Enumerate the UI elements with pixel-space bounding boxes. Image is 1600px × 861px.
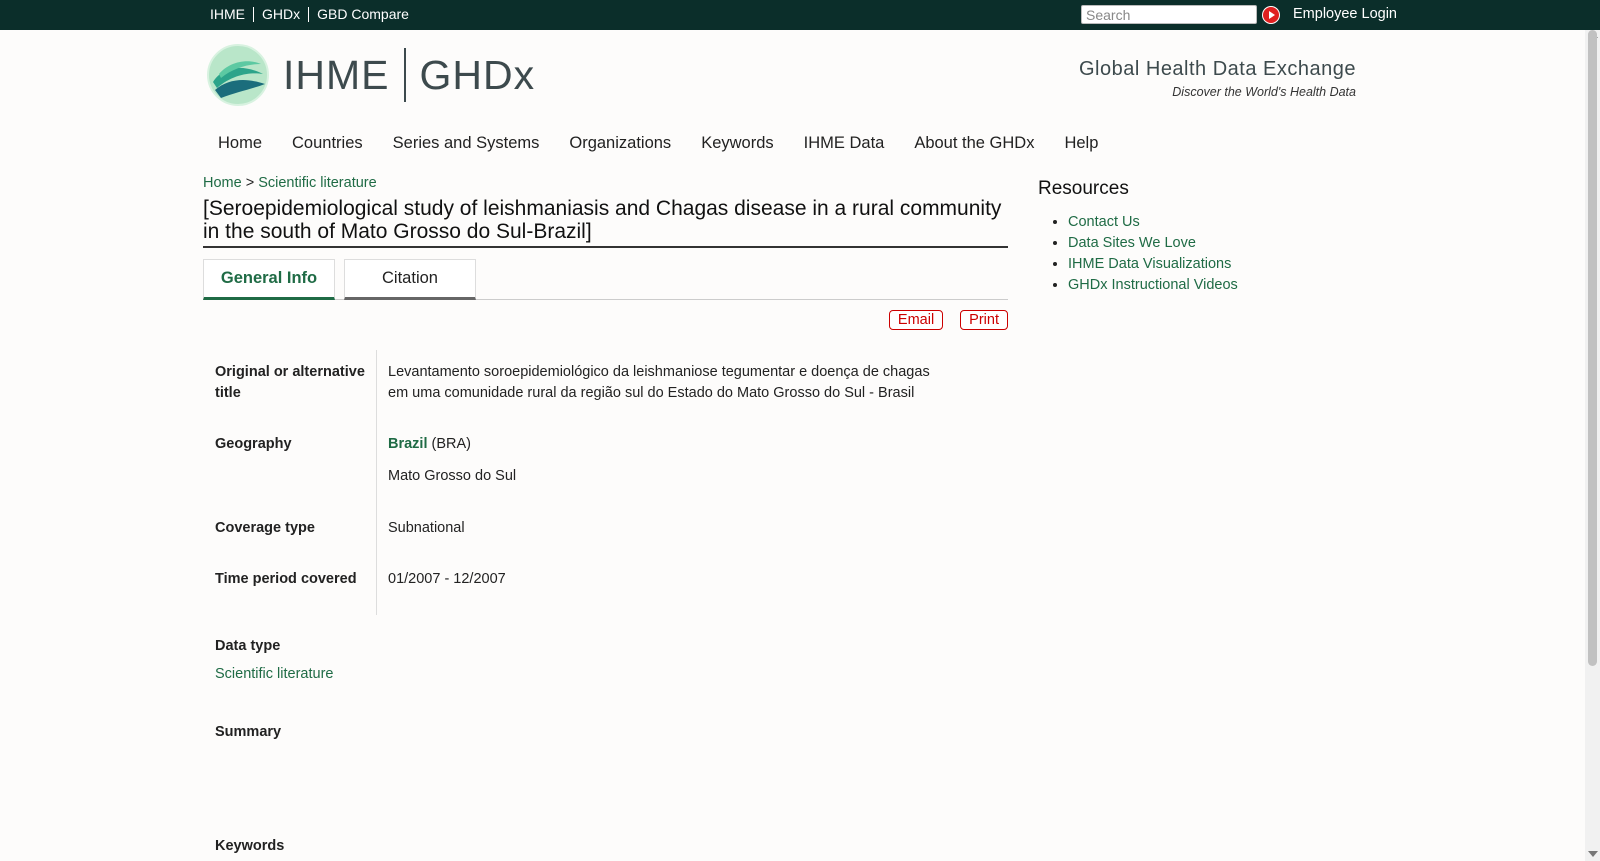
resource-item: Data Sites We Love xyxy=(1068,233,1238,254)
detail-row-coverage: Coverage type Subnational xyxy=(203,518,1008,539)
nav-keywords[interactable]: Keywords xyxy=(686,131,788,155)
utility-link-ghdx[interactable]: GHDx xyxy=(253,7,308,22)
geography-country-code: (BRA) xyxy=(431,436,472,452)
details-divider xyxy=(376,350,377,615)
detail-row-alt-title: Original or alternative title Levantamen… xyxy=(203,350,1008,404)
nav-ihme-data[interactable]: IHME Data xyxy=(789,131,900,155)
play-arrow-icon xyxy=(1263,7,1279,23)
logo-org-name: IHME xyxy=(283,51,390,98)
nav-home[interactable]: Home xyxy=(203,131,277,155)
resource-contact-us[interactable]: Contact Us xyxy=(1068,214,1140,230)
ihme-ghdx-logo[interactable]: IHME GHDx xyxy=(207,44,535,106)
tagline-title: Global Health Data Exchange xyxy=(1079,58,1356,80)
nav-countries[interactable]: Countries xyxy=(277,131,378,155)
keywords-label: Keywords xyxy=(215,838,285,854)
resource-instructional-videos[interactable]: GHDx Instructional Videos xyxy=(1068,277,1238,293)
nav-series-and-systems[interactable]: Series and Systems xyxy=(378,131,555,155)
summary-section: Summary xyxy=(203,724,1008,740)
search-input[interactable] xyxy=(1081,5,1257,24)
employee-login-link[interactable]: Employee Login xyxy=(1293,6,1397,22)
time-period-value: 01/2007 - 12/2007 xyxy=(388,571,506,587)
resource-data-sites[interactable]: Data Sites We Love xyxy=(1068,235,1196,251)
record-tabs: General Info Citation xyxy=(203,259,1008,300)
logo-divider xyxy=(403,48,406,102)
main-nav: Home Countries Series and Systems Organi… xyxy=(203,131,1113,155)
detail-row-time-period: Time period covered 01/2007 - 12/2007 xyxy=(203,569,1008,590)
breadcrumb-home[interactable]: Home xyxy=(203,175,242,191)
breadcrumb: Home > Scientific literature xyxy=(203,175,1008,191)
email-button[interactable]: Email xyxy=(888,310,944,330)
alt-title-text: Levantamento soroepidemiológico da leish… xyxy=(388,364,930,401)
resource-item: Contact Us xyxy=(1068,212,1238,233)
utility-links: IHME GHDx GBD Compare xyxy=(210,7,417,22)
geography-value: Brazil (BRA) Mato Grosso do Sul xyxy=(388,434,948,487)
breadcrumb-section[interactable]: Scientific literature xyxy=(258,175,376,191)
geography-label: Geography xyxy=(215,436,292,452)
print-button[interactable]: Print xyxy=(960,310,1008,330)
nav-about-the-ghdx[interactable]: About the GHDx xyxy=(899,131,1049,155)
site-tagline: Global Health Data Exchange Discover the… xyxy=(1079,58,1356,99)
nav-help[interactable]: Help xyxy=(1049,131,1113,155)
top-utility-bar: IHME GHDx GBD Compare Employee Login xyxy=(0,0,1600,30)
logo-product-name: GHDx xyxy=(419,51,536,98)
resource-item: GHDx Instructional Videos xyxy=(1068,275,1238,296)
resources-list: Contact Us Data Sites We Love IHME Data … xyxy=(1038,212,1238,296)
time-period-label: Time period covered xyxy=(215,571,357,587)
geography-country-link[interactable]: Brazil xyxy=(388,436,428,452)
resource-item: IHME Data Visualizations xyxy=(1068,254,1238,275)
tab-general-info[interactable]: General Info xyxy=(203,259,335,300)
resources-heading: Resources xyxy=(1038,178,1129,199)
tab-citation[interactable]: Citation xyxy=(344,259,476,300)
alt-title-label: Original or alternative title xyxy=(215,364,365,401)
keywords-section: Keywords xyxy=(203,838,1008,854)
search-submit-button[interactable] xyxy=(1262,6,1280,24)
main-content: Home > Scientific literature [Seroepidem… xyxy=(203,175,1008,854)
scrollbar-thumb[interactable] xyxy=(1588,30,1597,666)
coverage-value: Subnational xyxy=(388,520,465,536)
ihme-globe-icon xyxy=(207,44,269,106)
resource-data-visualizations[interactable]: IHME Data Visualizations xyxy=(1068,256,1231,272)
alt-title-value: Levantamento soroepidemiológico da leish… xyxy=(388,362,948,404)
breadcrumb-separator: > xyxy=(245,175,255,191)
scroll-down-icon[interactable] xyxy=(1588,851,1598,857)
tagline-subtitle: Discover the World's Health Data xyxy=(1172,85,1356,99)
coverage-label: Coverage type xyxy=(215,520,315,536)
utility-link-gbd-compare[interactable]: GBD Compare xyxy=(308,7,417,22)
data-type-label: Data type xyxy=(215,638,281,654)
data-type-link[interactable]: Scientific literature xyxy=(215,666,333,682)
page-scrollbar[interactable] xyxy=(1585,30,1600,861)
nav-organizations[interactable]: Organizations xyxy=(554,131,686,155)
resources-sidebar: Resources Contact Us Data Sites We Love … xyxy=(1038,178,1238,296)
utility-link-ihme[interactable]: IHME xyxy=(210,7,253,22)
page-title: [Seroepidemiological study of leishmania… xyxy=(203,197,1008,248)
summary-label: Summary xyxy=(215,724,282,740)
geography-region: Mato Grosso do Sul xyxy=(388,468,517,484)
record-actions: Email Print xyxy=(203,310,1008,330)
detail-row-geography: Geography Brazil (BRA) Mato Grosso do Su… xyxy=(203,434,1008,487)
data-type-section: Data type Scientific literature xyxy=(203,638,1008,682)
record-details: Original or alternative title Levantamen… xyxy=(203,350,1008,615)
